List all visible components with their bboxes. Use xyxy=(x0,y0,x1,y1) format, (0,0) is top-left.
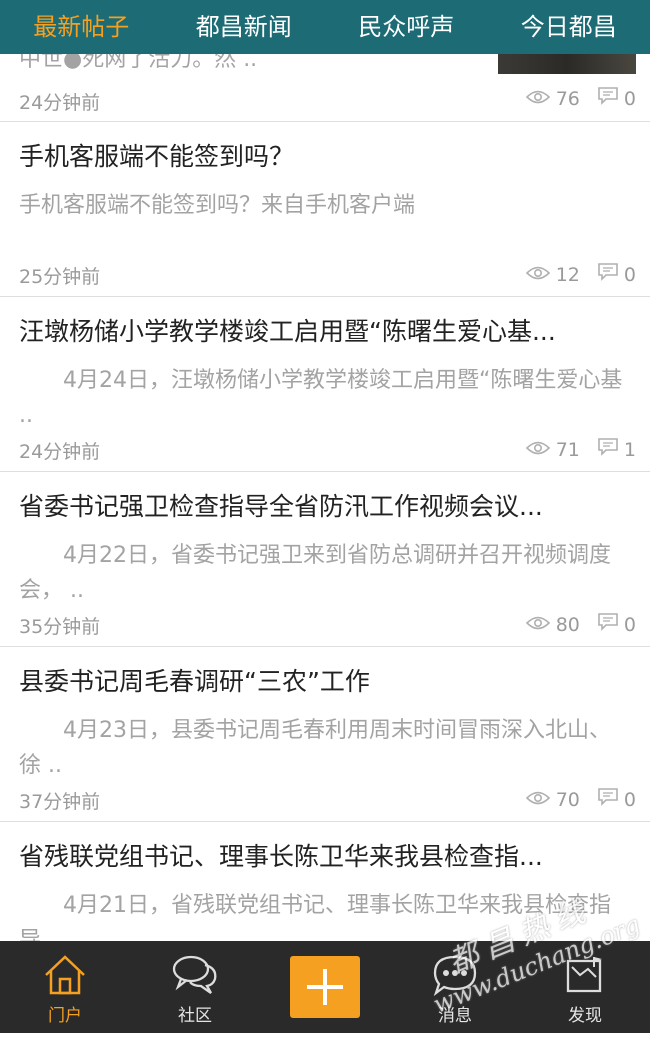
list-item[interactable]: 省委书记强卫检查指导全省防汛工作视频会议... 4月22日，省委书记强卫来到省防… xyxy=(0,472,650,647)
post-title: 手机客服端不能签到吗？ xyxy=(19,140,631,174)
post-thumbnail xyxy=(498,54,636,74)
map-flag-icon xyxy=(562,953,608,1001)
comment-count: 0 xyxy=(624,88,636,110)
nav-discover[interactable]: 发现 xyxy=(520,941,650,1033)
view-count: 71 xyxy=(556,438,580,462)
plus-icon xyxy=(303,965,347,1009)
post-time: 25分钟前 xyxy=(19,265,100,289)
view-count: 80 xyxy=(556,613,580,637)
tab-latest-posts[interactable]: 最新帖子 xyxy=(0,0,163,54)
nav-label: 消息 xyxy=(438,1005,472,1027)
post-time: 24分钟前 xyxy=(19,440,100,464)
eye-icon xyxy=(526,88,550,110)
chat-bubbles-icon xyxy=(171,953,219,999)
tab-today-duchang[interactable]: 今日都昌 xyxy=(488,0,650,54)
post-feed[interactable]: 中世●死网了活力。然 .. 24分钟前 76 0 手机客服端不能签到吗？ 手机客… xyxy=(0,54,650,941)
comment-count: 0 xyxy=(624,788,636,812)
list-item[interactable]: 省残联党组书记、理事长陈卫华来我县检查指... 4月21日，省残联党组书记、理事… xyxy=(0,822,650,941)
tab-duchang-news[interactable]: 都昌新闻 xyxy=(163,0,326,54)
post-title: 县委书记周毛春调研“三农”工作 xyxy=(19,665,631,699)
publish-button[interactable] xyxy=(290,956,360,1018)
comment-count: 0 xyxy=(624,613,636,637)
comment-icon xyxy=(598,788,618,812)
message-icon xyxy=(432,953,478,1001)
post-stats: 71 1 xyxy=(526,438,636,462)
eye-icon xyxy=(526,788,550,812)
list-item[interactable]: 县委书记周毛春调研“三农”工作 4月23日，县委书记周毛春利用周末时间冒雨深入北… xyxy=(0,647,650,822)
post-title: 汪墩杨储小学教学楼竣工启用暨“陈曙生爱心基... xyxy=(19,315,631,349)
post-excerpt: 4月21日，省残联党组书记、理事长陈卫华来我县检查指导 xyxy=(19,888,631,941)
post-excerpt: 4月24日，汪墩杨储小学教学楼竣工启用暨“陈曙生爱心基 .. xyxy=(19,363,631,433)
post-excerpt: 手机客服端不能签到吗？来自手机客户端 xyxy=(19,188,631,223)
nav-label: 门户 xyxy=(48,1005,82,1027)
post-title: 省委书记强卫检查指导全省防汛工作视频会议... xyxy=(19,490,631,524)
eye-icon xyxy=(526,263,550,287)
list-item[interactable]: 中世●死网了活力。然 .. 24分钟前 76 0 xyxy=(0,54,650,122)
nav-publish[interactable] xyxy=(260,941,390,1033)
comment-icon xyxy=(598,263,618,287)
list-item[interactable]: 汪墩杨储小学教学楼竣工启用暨“陈曙生爱心基... 4月24日，汪墩杨储小学教学楼… xyxy=(0,297,650,472)
post-excerpt: 中世●死网了活力。然 .. xyxy=(19,54,257,72)
comment-icon xyxy=(598,87,618,110)
post-excerpt: 4月22日，省委书记强卫来到省防总调研并召开视频调度会， .. xyxy=(19,538,631,608)
post-time: 37分钟前 xyxy=(19,790,100,814)
view-count: 76 xyxy=(556,88,580,110)
post-stats: 70 0 xyxy=(526,788,636,812)
view-count: 12 xyxy=(556,263,580,287)
post-stats: 76 0 xyxy=(526,87,636,110)
tab-public-voice[interactable]: 民众呼声 xyxy=(325,0,488,54)
post-time: 35分钟前 xyxy=(19,615,100,639)
post-time: 24分钟前 xyxy=(19,88,100,115)
nav-label: 发现 xyxy=(568,1005,602,1027)
post-excerpt: 4月23日，县委书记周毛春利用周末时间冒雨深入北山、徐 .. xyxy=(19,713,631,783)
comment-icon xyxy=(598,438,618,462)
bottom-nav-bar: 门户 社区 消息 发现 xyxy=(0,941,650,1033)
top-tab-bar: 最新帖子 都昌新闻 民众呼声 今日都昌 xyxy=(0,0,650,54)
post-title: 省残联党组书记、理事长陈卫华来我县检查指... xyxy=(19,840,631,874)
eye-icon xyxy=(526,438,550,462)
comment-count: 1 xyxy=(624,438,636,462)
post-stats: 12 0 xyxy=(526,263,636,287)
nav-label: 社区 xyxy=(178,1005,212,1027)
list-item[interactable]: 手机客服端不能签到吗？ 手机客服端不能签到吗？来自手机客户端 25分钟前 12 … xyxy=(0,122,650,297)
post-stats: 80 0 xyxy=(526,613,636,637)
eye-icon xyxy=(526,613,550,637)
comment-count: 0 xyxy=(624,263,636,287)
nav-community[interactable]: 社区 xyxy=(130,941,260,1033)
view-count: 70 xyxy=(556,788,580,812)
nav-messages[interactable]: 消息 xyxy=(390,941,520,1033)
comment-icon xyxy=(598,613,618,637)
nav-portal[interactable]: 门户 xyxy=(0,941,130,1033)
home-icon xyxy=(42,953,88,1001)
